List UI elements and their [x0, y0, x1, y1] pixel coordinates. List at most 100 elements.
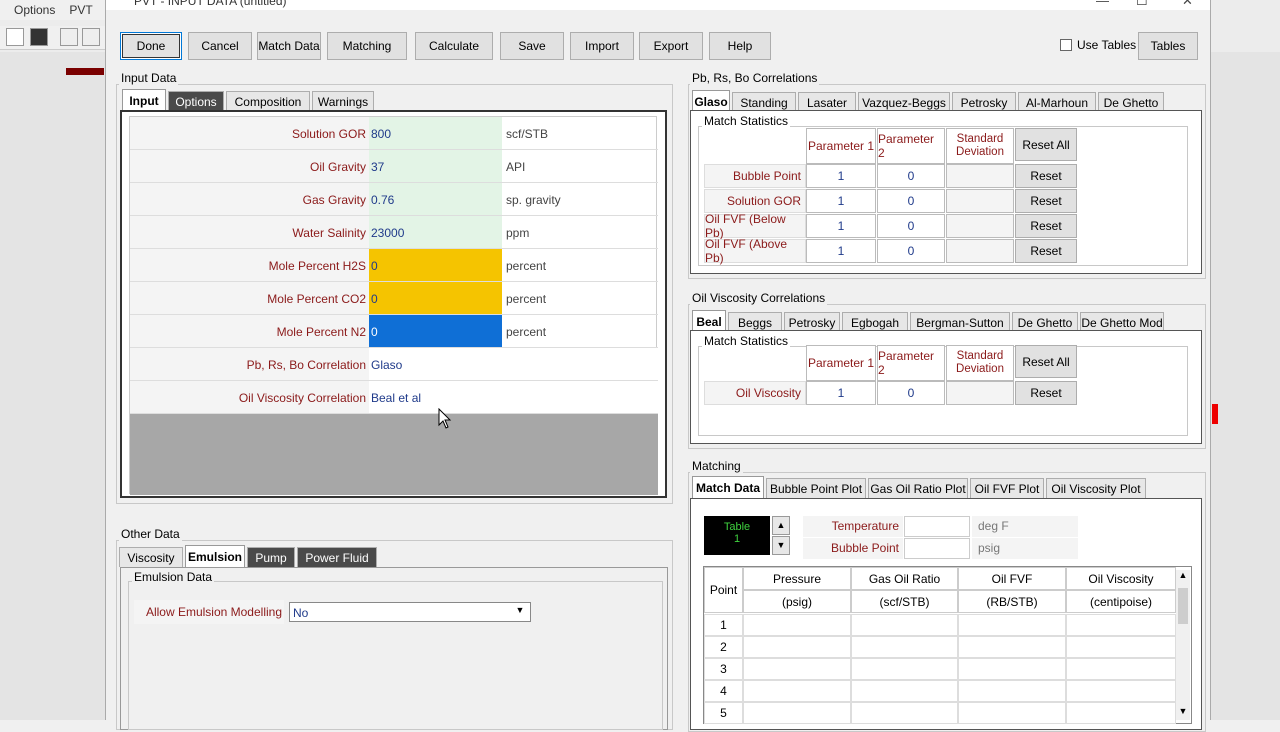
pb_corr-p1-1[interactable]: 1 [806, 189, 876, 213]
visc-tab-3[interactable]: Egbogah [842, 312, 908, 332]
tab-viscosity[interactable]: Viscosity [119, 547, 183, 567]
match-tab-4[interactable]: Oil Viscosity Plot [1046, 478, 1146, 498]
tab-options[interactable]: Options [168, 91, 224, 111]
cut-icon[interactable] [60, 28, 78, 46]
done-button[interactable]: Done [120, 32, 182, 60]
grid-cell[interactable] [1066, 702, 1176, 724]
match-tab-3[interactable]: Oil FVF Plot [970, 478, 1044, 498]
input-value-cell-4[interactable]: 0 [369, 249, 502, 281]
grid-cell[interactable] [958, 658, 1066, 680]
chevron-down-icon[interactable]: ▼ [512, 605, 528, 619]
grid-cell[interactable] [958, 680, 1066, 702]
visc-tab-2[interactable]: Petrosky [784, 312, 840, 332]
input-value-cell-5[interactable]: 0 [369, 282, 502, 314]
tab-emulsion[interactable]: Emulsion [185, 545, 245, 567]
pb-tab-3[interactable]: Vazquez-Beggs [858, 92, 950, 112]
input-value-cell-0[interactable]: 800 [369, 117, 502, 149]
table-up-arrow-icon[interactable]: ▲ [772, 516, 790, 535]
grid-cell[interactable] [851, 658, 958, 680]
tab-warnings[interactable]: Warnings [312, 91, 374, 111]
grid-cell[interactable] [1066, 614, 1176, 636]
save-button[interactable]: Save [500, 32, 564, 60]
export-button[interactable]: Export [639, 32, 703, 60]
scroll-thumb[interactable] [1178, 588, 1188, 624]
import-button[interactable]: Import [570, 32, 634, 60]
input-value-cell-2[interactable]: 0.76 [369, 183, 502, 215]
grid-cell[interactable] [743, 702, 851, 724]
input-value-cell-3[interactable]: 23000 [369, 216, 502, 248]
bubble-point-input[interactable] [904, 538, 970, 559]
match-data-button[interactable]: Match Data [257, 32, 321, 60]
table-down-arrow-icon[interactable]: ▼ [772, 536, 790, 555]
close-icon[interactable]: ✕ [1182, 0, 1193, 9]
match-tab-0[interactable]: Match Data [692, 476, 764, 498]
grid-cell[interactable] [851, 702, 958, 724]
pb_corr-reset-button-2[interactable]: Reset [1015, 214, 1077, 238]
input-value-cell-1[interactable]: 37 [369, 150, 502, 182]
input-value-cell-7[interactable]: Glaso [369, 348, 657, 380]
pb_corr-reset-button-1[interactable]: Reset [1015, 189, 1077, 213]
tab-composition[interactable]: Composition [226, 91, 310, 111]
grid-cell[interactable] [743, 680, 851, 702]
visc-tab-1[interactable]: Beggs [728, 312, 782, 332]
grid-cell[interactable] [958, 614, 1066, 636]
calculate-button[interactable]: Calculate [415, 32, 493, 60]
grid-cell[interactable] [743, 636, 851, 658]
visc_corr-reset-all-button[interactable]: Reset All [1015, 345, 1077, 378]
pb_corr-p2-3[interactable]: 0 [877, 239, 945, 263]
pb-tab-2[interactable]: Lasater [798, 92, 856, 112]
grid-cell[interactable] [851, 636, 958, 658]
pb_corr-p1-2[interactable]: 1 [806, 214, 876, 238]
pb_corr-reset-button-3[interactable]: Reset [1015, 239, 1077, 263]
grid-scrollbar[interactable]: ▲ ▼ [1176, 570, 1190, 720]
input-value-cell-8[interactable]: Beal et al [369, 381, 657, 413]
matching-button[interactable]: Matching [327, 32, 407, 60]
pb_corr-p1-3[interactable]: 1 [806, 239, 876, 263]
grid-cell[interactable] [851, 614, 958, 636]
visc_corr-reset-button-0[interactable]: Reset [1015, 381, 1077, 405]
pb-tab-0[interactable]: Glaso [692, 90, 730, 112]
pb_corr-reset-button-0[interactable]: Reset [1015, 164, 1077, 188]
tab-power-fluid[interactable]: Power Fluid [297, 547, 377, 567]
grid-cell[interactable] [1066, 658, 1176, 680]
maximize-icon[interactable]: ☐ [1136, 0, 1148, 9]
pb-tab-4[interactable]: Petrosky [952, 92, 1016, 112]
grid-cell[interactable] [958, 636, 1066, 658]
save-disk-icon[interactable] [30, 28, 48, 46]
pb_corr-p2-0[interactable]: 0 [877, 164, 945, 188]
pb_corr-p1-0[interactable]: 1 [806, 164, 876, 188]
visc-tab-6[interactable]: De Ghetto Mod [1080, 312, 1164, 332]
visc_corr-p1-0[interactable]: 1 [806, 381, 876, 405]
grid-cell[interactable] [1066, 680, 1176, 702]
grid-cell[interactable] [743, 658, 851, 680]
grid-cell[interactable] [743, 614, 851, 636]
visc-tab-0[interactable]: Beal [692, 310, 726, 332]
grid-cell[interactable] [851, 680, 958, 702]
input-value-cell-6[interactable]: 0 [369, 315, 502, 347]
visc_corr-p2-0[interactable]: 0 [877, 381, 945, 405]
minimize-icon[interactable]: — [1096, 0, 1109, 8]
pb_corr-p2-2[interactable]: 0 [877, 214, 945, 238]
allow-emulsion-select[interactable]: No ▼ [289, 602, 531, 622]
menu-pvt[interactable]: PVT [69, 3, 92, 17]
visc-tab-5[interactable]: De Ghetto [1012, 312, 1078, 332]
help-button[interactable]: Help [709, 32, 771, 60]
temperature-input[interactable] [904, 516, 970, 537]
tab-pump[interactable]: Pump [247, 547, 295, 567]
menu-options[interactable]: Options [14, 3, 55, 17]
pb-tab-6[interactable]: De Ghetto [1098, 92, 1164, 112]
match-tab-1[interactable]: Bubble Point Plot [766, 478, 866, 498]
tables-button[interactable]: Tables [1138, 32, 1198, 60]
visc-tab-4[interactable]: Bergman-Sutton [910, 312, 1010, 332]
tab-input[interactable]: Input [122, 89, 166, 111]
match-tab-2[interactable]: Gas Oil Ratio Plot [868, 478, 968, 498]
pb_corr-reset-all-button[interactable]: Reset All [1015, 128, 1077, 161]
scroll-up-icon[interactable]: ▲ [1176, 570, 1190, 584]
grid-cell[interactable] [958, 702, 1066, 724]
table-selector[interactable]: Table 1 [704, 516, 770, 555]
use-tables-checkbox[interactable] [1060, 39, 1072, 51]
copy-icon[interactable] [82, 28, 100, 46]
cancel-button[interactable]: Cancel [188, 32, 252, 60]
open-folder-icon[interactable] [6, 28, 24, 46]
pb-tab-5[interactable]: Al-Marhoun [1018, 92, 1096, 112]
